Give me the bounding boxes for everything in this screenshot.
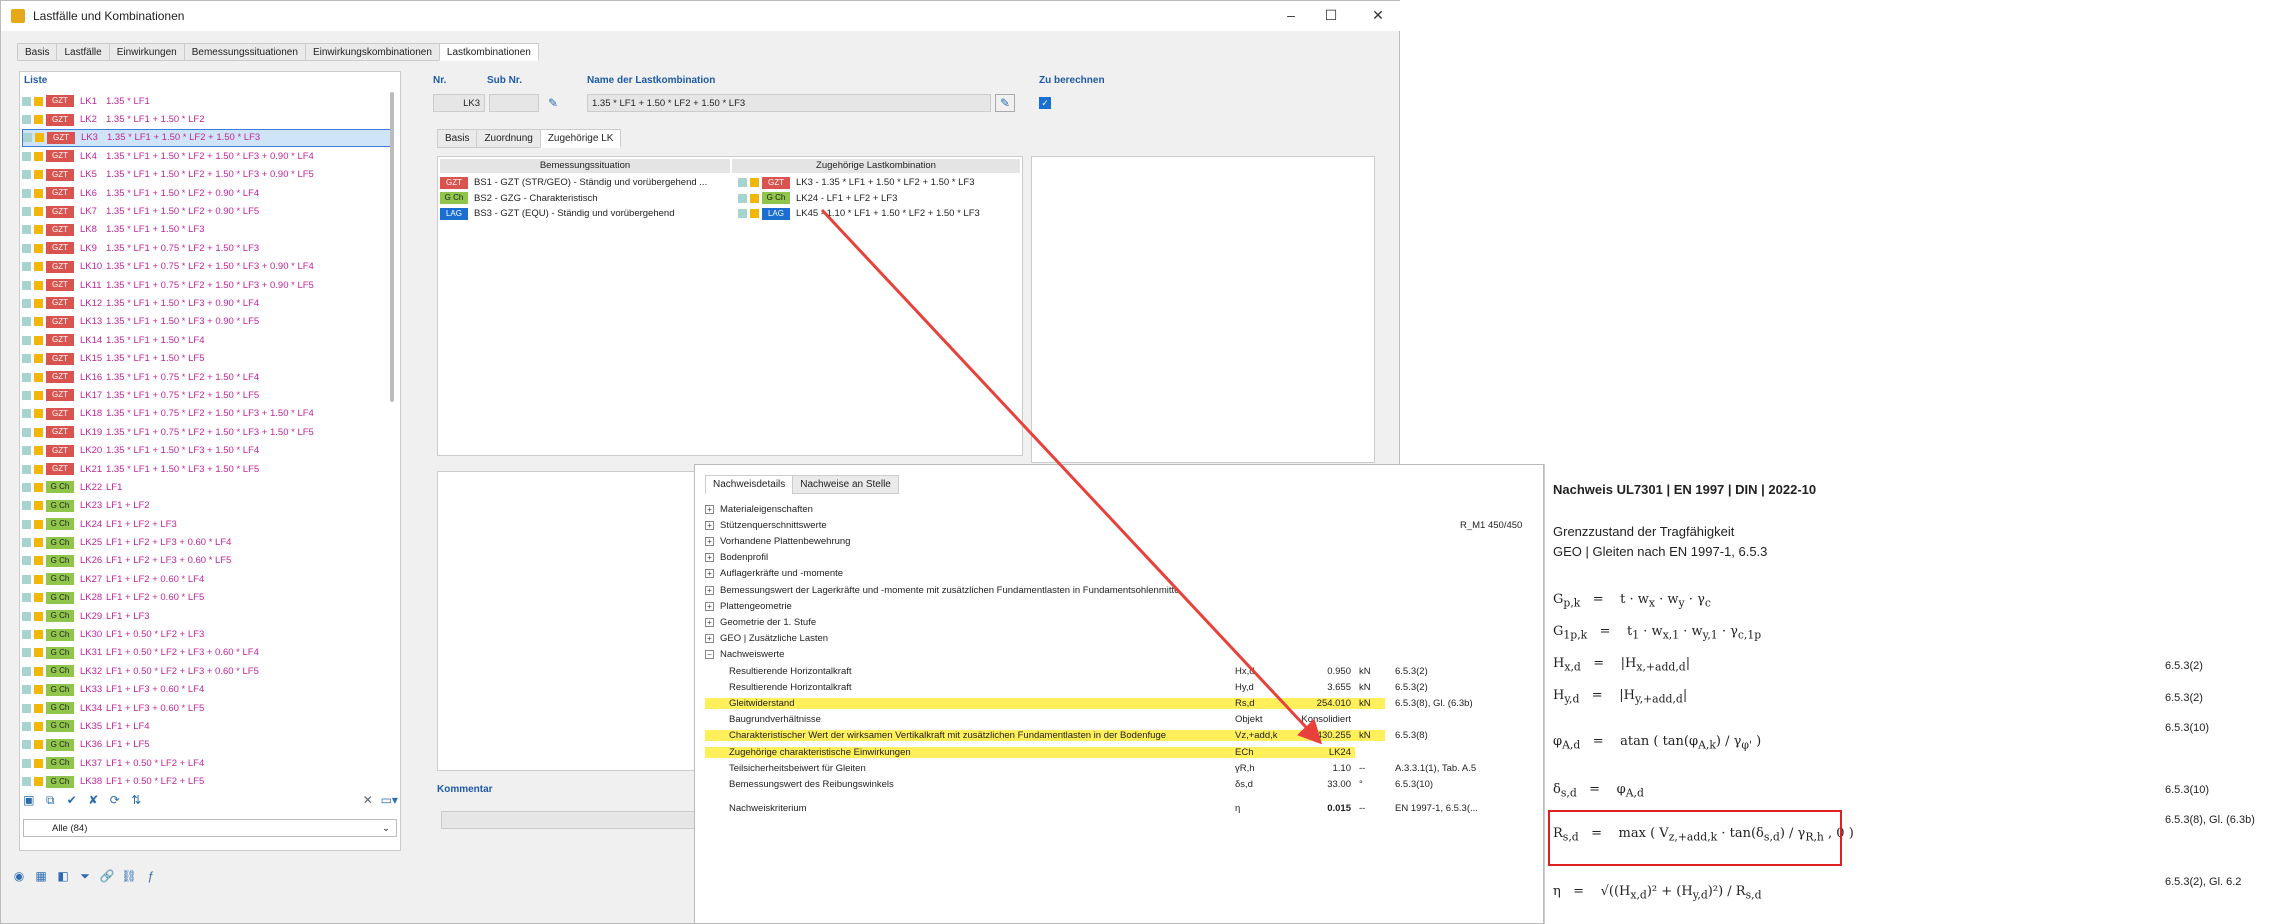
annotation-arrow: [820, 208, 1323, 745]
